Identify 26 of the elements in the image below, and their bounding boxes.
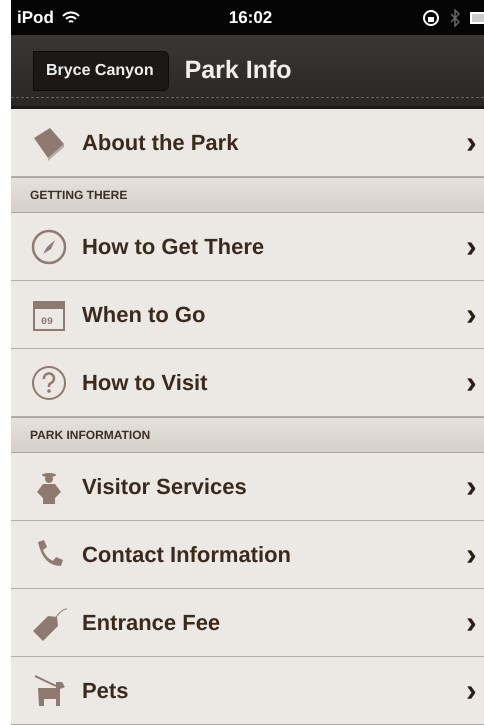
menu-row[interactable]: 09 When to Go › [11, 281, 484, 349]
rotation-lock-icon [422, 8, 440, 26]
help-icon [30, 364, 68, 402]
chevron: › [466, 364, 478, 401]
menu-row[interactable]: How to Get There › [11, 213, 484, 281]
menu-row[interactable]: Visitor Services › [11, 453, 484, 521]
chevron: › [466, 124, 478, 161]
chevron: › [466, 536, 478, 573]
section-header: GETTING THERE [11, 177, 484, 213]
battery-icon [470, 10, 484, 24]
chevron: › [466, 604, 478, 641]
chevron: › [466, 228, 478, 265]
wifi-icon [62, 10, 80, 24]
menu-row[interactable]: Pets › [11, 657, 484, 725]
section-header: PARK INFORMATION [11, 417, 484, 453]
menu-row[interactable]: Entrance Fee › [11, 589, 484, 657]
chevron: › [466, 468, 478, 505]
chevron: › [466, 672, 478, 709]
device-name: iPod [17, 8, 54, 28]
screen-title: Park Info [184, 56, 292, 85]
back-button[interactable]: Bryce Canyon [33, 50, 169, 90]
menu-row[interactable]: Contact Information › [11, 521, 484, 589]
chevron: › [466, 296, 478, 333]
compass-icon [30, 228, 68, 266]
status-time: 16:02 [228, 8, 272, 28]
bluetooth-icon [450, 8, 460, 26]
